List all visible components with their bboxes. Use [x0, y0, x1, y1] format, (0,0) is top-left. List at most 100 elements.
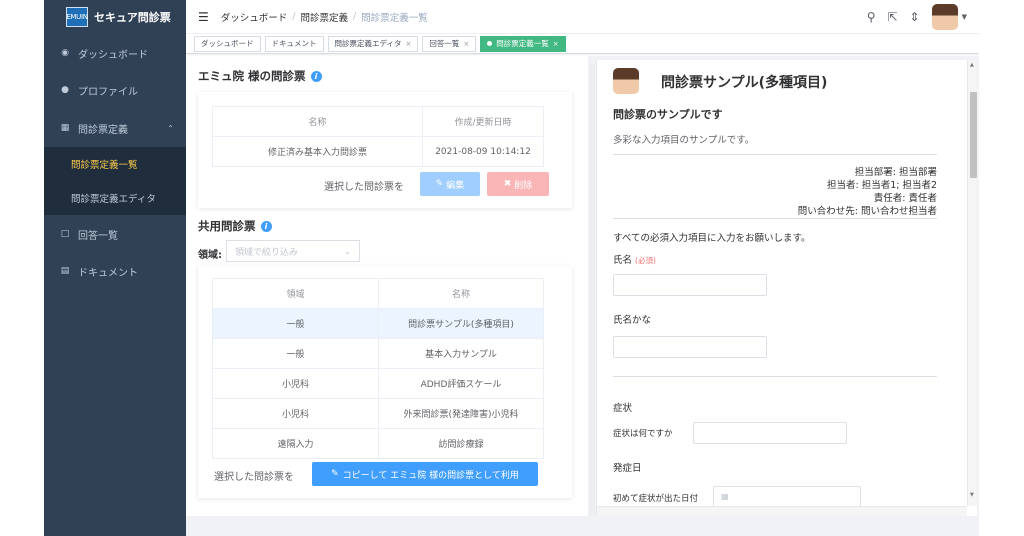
- close-icon[interactable]: ×: [553, 40, 559, 48]
- shared-questionnaires-card: 領域 名称 一般 問診票サンプル(多種項目) 一般 基本入力サンプル 小児科 A…: [198, 266, 572, 498]
- selected-label: 選択した問診票を: [324, 182, 404, 193]
- sidebar-item-profile[interactable]: ● プロファイル: [44, 73, 186, 107]
- info-icon[interactable]: i: [260, 220, 272, 232]
- info-icon[interactable]: i: [310, 70, 322, 82]
- table-cell: 一般: [212, 308, 379, 339]
- sidebar-item-label: ダッシュボード: [78, 49, 148, 61]
- required-badge: (必須): [635, 256, 656, 265]
- questionnaire-list-pane: エミュ院 様の問診票 i 名称 作成/更新日時 修正済み基本入力問診票 2021…: [186, 56, 588, 516]
- sidebar: EMUIN セキュア問診票 ◉ ダッシュボード ● プロファイル ▦ 問診票定義…: [44, 0, 186, 536]
- sidebar-subitem-definition-editor[interactable]: 問診票定義エディタ: [44, 181, 186, 215]
- app-name: セキュア問診票: [94, 11, 171, 24]
- close-icon[interactable]: ×: [463, 40, 469, 48]
- fullscreen-icon[interactable]: ⇱: [887, 10, 897, 24]
- preview-avatar: [613, 68, 639, 94]
- hamburger-icon[interactable]: ☰: [198, 10, 209, 24]
- main-area: ☰ ダッシュボード / 問診票定義 / 問診票定義一覧 ⚲ ⇱ ⇕ ▼ ダッシュ…: [186, 0, 979, 536]
- symptom-input[interactable]: [693, 422, 847, 444]
- onset-question-label: 初めて症状が出た日付: [613, 494, 699, 504]
- column-header: 作成/更新日時: [422, 106, 544, 137]
- avatar[interactable]: [931, 4, 958, 30]
- chevron-up-icon: ⌃: [167, 123, 174, 133]
- search-icon[interactable]: ⚲: [867, 10, 876, 24]
- sidebar-item-label: プロファイル: [78, 86, 138, 98]
- tag-definition-editor[interactable]: 問診票定義エディタ ×: [327, 35, 419, 52]
- sidebar-submenu: 問診票定義一覧 問診票定義エディタ: [44, 147, 186, 215]
- edit-button[interactable]: ✎ 編集: [420, 172, 480, 196]
- kana-input[interactable]: [613, 336, 767, 358]
- breadcrumb: ダッシュボード / 問診票定義 / 問診票定義一覧: [221, 10, 428, 24]
- tags-view: ダッシュボード ドキュメント 問診票定義エディタ × 回答一覧 × 問診票定義一…: [186, 34, 979, 54]
- domain-filter-select[interactable]: 領域で絞り込み ⌄: [226, 240, 360, 262]
- tag-label: ドキュメント: [271, 39, 317, 48]
- table-row[interactable]: 小児科 ADHD評価スケール: [212, 368, 544, 399]
- table-cell: 訪問診療録: [378, 428, 544, 459]
- name-input[interactable]: [613, 274, 767, 296]
- preview-description: 多彩な入力項目のサンプルです。: [613, 135, 755, 146]
- scroll-thumb[interactable]: [970, 92, 977, 178]
- pane-splitter[interactable]: [588, 64, 596, 516]
- own-questionnaires-card: 名称 作成/更新日時 修正済み基本入力問診票 2021-08-09 10:14:…: [198, 92, 572, 208]
- logo-mark: EMUIN: [66, 7, 88, 27]
- tag-answers[interactable]: 回答一覧 ×: [422, 35, 477, 52]
- scroll-down-arrow-icon[interactable]: ▼: [970, 492, 974, 498]
- scroll-up-arrow-icon[interactable]: ▲: [970, 62, 974, 68]
- column-header: 名称: [378, 278, 544, 309]
- navbar-right: ⚲ ⇱ ⇕ ▼: [855, 4, 967, 30]
- delete-button[interactable]: ✖ 削除: [487, 172, 549, 196]
- copy-button-label: コピーして エミュ院 様の問診票として利用: [342, 470, 519, 481]
- sidebar-item-answers[interactable]: □ 回答一覧: [44, 217, 186, 251]
- app-logo[interactable]: EMUIN セキュア問診票: [44, 0, 186, 34]
- preview-title: 問診票サンプル(多種項目): [661, 75, 828, 91]
- onset-date-input[interactable]: ▦: [713, 486, 861, 508]
- shared-questionnaires-title: 共用問診票 i: [198, 218, 272, 234]
- copy-as-own-button[interactable]: ✎ コピーして エミュ院 様の問診票として利用: [312, 462, 538, 486]
- symptom-section-label: 症状: [613, 403, 633, 414]
- dashboard-icon: ◉: [61, 48, 69, 58]
- sidebar-item-dashboard[interactable]: ◉ ダッシュボード: [44, 36, 186, 70]
- own-title-text: エミュ院 様の問診票: [198, 69, 306, 83]
- preview-meta-staff: 担当者: 担当者1; 担当者2: [826, 180, 937, 191]
- questionnaire-preview-pane: 問診票サンプル(多種項目) 問診票のサンプルです 多彩な入力項目のサンプルです。…: [596, 60, 977, 516]
- symptom-question-label: 症状は何ですか: [613, 429, 673, 439]
- tag-documents[interactable]: ドキュメント: [264, 35, 324, 52]
- preview-instruction: すべての必須入力項目に入力をお願いします。: [613, 233, 811, 244]
- name-field-label: 氏名 (必須): [613, 252, 656, 266]
- table-row[interactable]: 修正済み基本入力問診票 2021-08-09 10:14:12: [212, 136, 544, 167]
- tag-label: 問診票定義一覧: [496, 39, 549, 48]
- navbar: ☰ ダッシュボード / 問診票定義 / 問診票定義一覧 ⚲ ⇱ ⇕ ▼: [186, 0, 979, 34]
- breadcrumb-item[interactable]: ダッシュボード: [221, 10, 288, 24]
- table-header-row: 領域 名称: [212, 278, 544, 309]
- splitter-bar[interactable]: [589, 64, 595, 516]
- domain-filter-placeholder: 領域で絞り込み: [235, 247, 299, 258]
- caret-down-icon[interactable]: ▼: [962, 13, 967, 21]
- sidebar-subitem-definition-list[interactable]: 問診票定義一覧: [44, 147, 186, 181]
- content-area: エミュ院 様の問診票 i 名称 作成/更新日時 修正済み基本入力問診票 2021…: [186, 56, 979, 536]
- folder-icon: □: [60, 229, 70, 239]
- close-icon[interactable]: ×: [405, 40, 411, 48]
- table-row[interactable]: 一般 基本入力サンプル: [212, 338, 544, 369]
- column-header: 領域: [212, 278, 379, 309]
- sidebar-item-documents[interactable]: ▤ ドキュメント: [44, 254, 186, 288]
- tag-label: 回答一覧: [429, 39, 460, 48]
- tag-dashboard[interactable]: ダッシュボード: [194, 35, 261, 52]
- edit-button-label: 編集: [446, 180, 465, 191]
- sidebar-item-label: 回答一覧: [78, 230, 118, 242]
- vertical-scrollbar[interactable]: ▲ ▼: [967, 60, 977, 506]
- table-row[interactable]: 小児科 外来問診票(発達障害)小児科: [212, 398, 544, 429]
- table-row[interactable]: 遠隔入力 訪問診療録: [212, 428, 544, 459]
- horizontal-scrollbar[interactable]: [597, 506, 967, 516]
- table-row[interactable]: 一般 問診票サンプル(多種項目): [212, 308, 544, 339]
- breadcrumb-item[interactable]: 問診票定義: [300, 10, 348, 24]
- breadcrumb-current: 問診票定義一覧: [361, 12, 428, 24]
- font-size-icon[interactable]: ⇕: [910, 10, 920, 24]
- document-icon: ▤: [60, 266, 70, 276]
- sidebar-item-questionnaire-definition[interactable]: ▦ 問診票定義 ⌃: [44, 111, 186, 145]
- divider: [613, 218, 937, 219]
- selected-label: 選択した問診票を: [214, 472, 294, 483]
- breadcrumb-separator: /: [353, 11, 357, 22]
- own-questionnaires-title: エミュ院 様の問診票 i: [198, 68, 322, 84]
- delete-button-label: 削除: [514, 180, 533, 191]
- sidebar-item-label: 問診票定義: [78, 124, 128, 136]
- tag-definition-list[interactable]: 問診票定義一覧 ×: [480, 35, 566, 52]
